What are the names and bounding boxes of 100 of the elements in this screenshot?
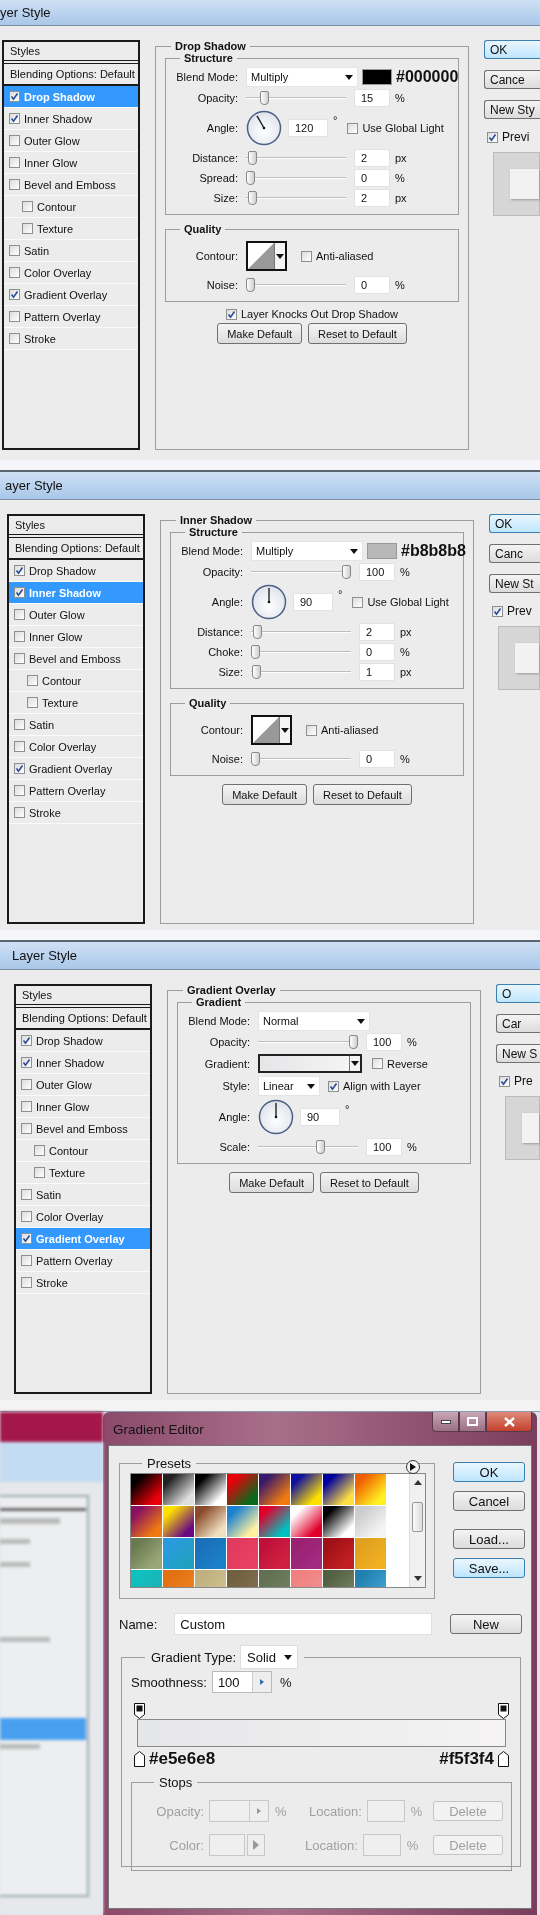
color-stop[interactable]	[498, 1751, 509, 1767]
close-button[interactable]	[486, 1412, 532, 1432]
checkbox[interactable]	[34, 1167, 45, 1178]
dialog-button[interactable]: Save...	[453, 1558, 525, 1578]
number-field[interactable]: 100	[366, 1033, 402, 1051]
style-list-item[interactable]: Pattern Overlay	[4, 306, 138, 328]
gradient-preset[interactable]	[163, 1474, 195, 1506]
dropdown[interactable]: Solid	[240, 1645, 299, 1669]
scroll-down-icon[interactable]	[413, 1576, 422, 1581]
style-list-item[interactable]: Outer Glow	[9, 604, 143, 626]
style-list-item[interactable]: Gradient Overlay	[9, 758, 143, 780]
contour-picker[interactable]	[246, 241, 287, 271]
checkbox[interactable]	[225, 308, 237, 320]
checkbox[interactable]	[9, 245, 20, 256]
opacity-stop[interactable]	[498, 1703, 509, 1719]
slider-thumb[interactable]	[252, 625, 262, 639]
style-list-item[interactable]: Texture	[9, 692, 143, 714]
angle-dial[interactable]	[251, 584, 287, 620]
style-list-item[interactable]: Inner Glow	[9, 626, 143, 648]
angle-dial[interactable]	[246, 110, 282, 146]
checkbox[interactable]	[499, 1075, 510, 1087]
checkbox[interactable]	[21, 1277, 32, 1288]
style-list-item[interactable]: Inner Shadow	[16, 1052, 150, 1074]
color-swatch[interactable]	[362, 69, 392, 85]
number-field[interactable]: 90	[300, 1108, 340, 1126]
gradient-preset[interactable]	[195, 1474, 227, 1506]
push-button[interactable]: Reset to Default	[307, 323, 407, 344]
checkbox[interactable]	[328, 1080, 339, 1092]
push-button[interactable]: Make Default	[229, 1172, 314, 1193]
scrollbar[interactable]	[409, 1474, 425, 1587]
push-button[interactable]: Reset to Default	[312, 784, 412, 805]
checkbox[interactable]	[14, 785, 25, 796]
number-field[interactable]: 2	[354, 189, 390, 207]
style-list-item[interactable]: Stroke	[4, 328, 138, 350]
checkbox[interactable]	[14, 587, 25, 598]
minimize-button[interactable]	[432, 1412, 459, 1432]
checkbox[interactable]	[352, 596, 364, 608]
gradient-preset[interactable]	[131, 1474, 163, 1506]
gradient-preset[interactable]	[195, 1506, 227, 1538]
style-list-item[interactable]: Gradient Overlay	[4, 284, 138, 306]
style-list-item[interactable]: Inner Shadow	[4, 108, 138, 130]
number-field[interactable]: 120	[288, 119, 328, 137]
checkbox[interactable]	[9, 267, 20, 278]
checkbox[interactable]	[347, 122, 359, 134]
scroll-thumb[interactable]	[412, 1501, 423, 1532]
dropdown[interactable]: Linear	[258, 1076, 320, 1096]
slider-thumb[interactable]	[251, 645, 260, 659]
checkbox[interactable]	[22, 201, 33, 212]
style-list-item[interactable]: Styles	[9, 516, 143, 538]
number-field[interactable]: 0	[354, 276, 390, 294]
style-list-item[interactable]: Satin	[16, 1184, 150, 1206]
dialog-button[interactable]: Load...	[453, 1529, 525, 1549]
dialog-button[interactable]: New Sty	[484, 100, 540, 119]
checkbox[interactable]	[34, 1145, 45, 1156]
checkbox[interactable]	[9, 179, 20, 190]
dialog-button[interactable]: New St	[489, 574, 540, 593]
checkbox[interactable]	[9, 157, 20, 168]
checkbox[interactable]	[306, 724, 317, 736]
style-list-item[interactable]: Inner Glow	[4, 152, 138, 174]
name-field[interactable]: Custom	[174, 1613, 432, 1635]
style-list-item[interactable]: Bevel and Emboss	[16, 1118, 150, 1140]
gradient-preset[interactable]	[291, 1474, 323, 1506]
number-field[interactable]	[209, 1800, 269, 1822]
slider-thumb[interactable]	[349, 1035, 358, 1049]
checkbox[interactable]	[14, 631, 25, 642]
number-field[interactable]: 1	[359, 663, 395, 681]
gradient-preset[interactable]	[163, 1506, 195, 1538]
style-list-item[interactable]: Contour	[4, 196, 138, 218]
push-button[interactable]: Make Default	[217, 323, 302, 344]
style-list-item[interactable]: Pattern Overlay	[16, 1250, 150, 1272]
style-list-item[interactable]: Contour	[16, 1140, 150, 1162]
number-field[interactable]: 90	[293, 593, 333, 611]
style-list-item[interactable]: Drop Shadow	[16, 1030, 150, 1052]
checkbox[interactable]	[21, 1035, 32, 1046]
style-list-item[interactable]: Outer Glow	[16, 1074, 150, 1096]
checkbox[interactable]	[9, 333, 20, 344]
style-list-item[interactable]: Bevel and Emboss	[9, 648, 143, 670]
slider-thumb[interactable]	[251, 752, 260, 766]
color-field[interactable]	[209, 1834, 265, 1856]
checkbox[interactable]	[9, 135, 20, 146]
style-list-item[interactable]: Stroke	[16, 1272, 150, 1294]
slider-thumb[interactable]	[247, 191, 257, 205]
dropdown[interactable]: Multiply	[246, 67, 358, 87]
gradient-preset[interactable]	[323, 1506, 355, 1538]
checkbox[interactable]	[21, 1123, 32, 1134]
checkbox[interactable]	[21, 1211, 32, 1222]
checkbox[interactable]	[14, 763, 25, 774]
number-field[interactable]: 100	[359, 563, 395, 581]
style-list-item[interactable]: Contour	[9, 670, 143, 692]
checkbox[interactable]	[21, 1189, 32, 1200]
checkbox[interactable]	[27, 675, 38, 686]
color-stop[interactable]	[134, 1751, 145, 1767]
dialog-button[interactable]: Car	[496, 1014, 540, 1033]
slider-thumb[interactable]	[246, 278, 255, 292]
number-field[interactable]: 100	[366, 1138, 402, 1156]
number-field[interactable]: 0	[359, 643, 395, 661]
checkbox[interactable]	[9, 91, 20, 102]
style-list-item[interactable]: Texture	[16, 1162, 150, 1184]
new-button[interactable]: New	[450, 1614, 522, 1634]
gradient-preset[interactable]	[131, 1506, 163, 1538]
